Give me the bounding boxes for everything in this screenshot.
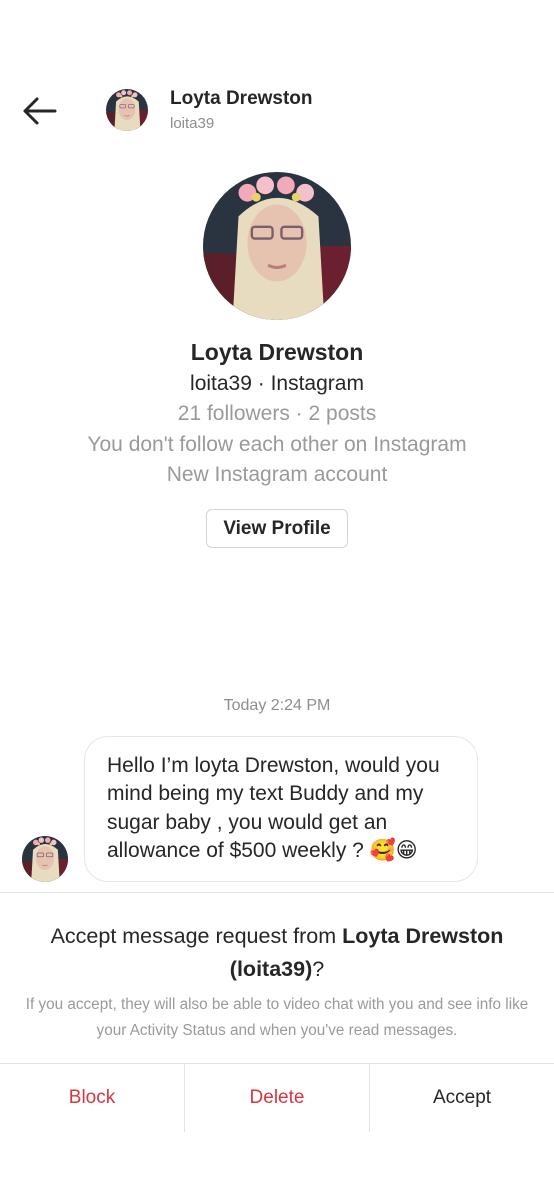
- message-bubble[interactable]: Hello I’m loyta Drewston, would you mind…: [84, 736, 478, 882]
- request-info: If you accept, they will also be able to…: [25, 996, 529, 1039]
- view-profile-button[interactable]: View Profile: [206, 508, 348, 548]
- request-title-suffix: ?: [312, 957, 325, 981]
- profile-card: Loyta Drewston loita39 · Instagram 21 fo…: [0, 172, 554, 548]
- back-arrow-icon[interactable]: [20, 92, 60, 130]
- request-actions: Block Delete Accept: [0, 1064, 554, 1132]
- message-timestamp: Today 2:24 PM: [223, 697, 331, 714]
- divider: [0, 892, 554, 893]
- profile-stats: 21 followers · 2 posts: [177, 402, 377, 425]
- request-title: Accept message request from Loyta Drewst…: [20, 920, 534, 986]
- profile-avatar[interactable]: [203, 172, 351, 320]
- message-text: Hello I’m loyta Drewston, would you mind…: [107, 754, 440, 862]
- header-name[interactable]: Loyta Drewston: [170, 88, 313, 110]
- accept-button[interactable]: Accept: [369, 1064, 554, 1132]
- request-title-name: Loyta Drewston: [342, 924, 504, 948]
- account-note: New Instagram account: [166, 463, 388, 486]
- profile-name: Loyta Drewston: [190, 339, 364, 365]
- conversation-header: Loyta Drewston loita39: [0, 0, 554, 160]
- request-title-handle: (loita39): [229, 957, 313, 981]
- request-title-prefix: Accept message request from: [50, 924, 343, 948]
- header-handle: loita39: [170, 115, 215, 132]
- block-button[interactable]: Block: [0, 1064, 184, 1132]
- delete-button[interactable]: Delete: [184, 1064, 369, 1132]
- sender-avatar[interactable]: [22, 836, 68, 882]
- header-avatar[interactable]: [106, 89, 148, 131]
- profile-subtitle: loita39 · Instagram: [190, 372, 364, 395]
- follow-status: You don't follow each other on Instagram: [87, 432, 467, 456]
